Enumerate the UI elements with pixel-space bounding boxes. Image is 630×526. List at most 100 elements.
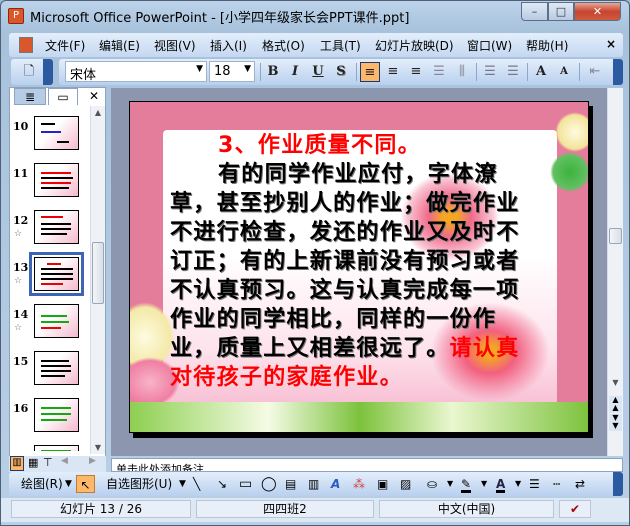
fill-color-icon[interactable]: ⛀ (427, 475, 437, 493)
next-slide-button[interactable]: ▼ ▼ (609, 414, 622, 431)
spelling-check-icon[interactable]: ✔ (559, 500, 591, 518)
standard-toolbar: 🗋 (11, 59, 53, 85)
slide-thumbnail[interactable]: 10 (10, 116, 90, 160)
slide-thumbnail[interactable]: 17 (10, 445, 90, 451)
menu-slideshow[interactable]: 幻灯片放映(D) (375, 37, 454, 54)
slide-thumbnail[interactable]: 11 (10, 163, 90, 207)
scroll-right-icon[interactable]: ▶ (89, 456, 96, 466)
thumbnail-image (34, 304, 79, 338)
close-document-button[interactable]: × (606, 37, 616, 51)
select-objects-button[interactable]: ↖ (76, 475, 95, 493)
slide-number: 17 (13, 449, 28, 451)
align-left-button[interactable]: ≡ (360, 62, 380, 82)
scroll-up-icon[interactable]: ▲ (91, 108, 105, 117)
scroll-down-icon[interactable]: ▼ (91, 443, 105, 452)
slide-scrollbar[interactable]: ▼ ▲ ▲ ▼ ▼ (607, 88, 623, 456)
align-center-button[interactable]: ≡ (383, 62, 403, 82)
vertical-textbox-icon[interactable]: ▥ (308, 475, 319, 493)
slide-thumbnail-selected[interactable]: 13 ☆ (10, 252, 90, 301)
wordart-icon[interactable]: A (331, 475, 340, 493)
menu-view[interactable]: 视图(V) (154, 37, 196, 54)
menu-window[interactable]: 窗口(W) (467, 37, 512, 54)
line-style-icon[interactable]: ☰ (529, 475, 540, 493)
document-icon[interactable] (19, 37, 33, 53)
menu-help[interactable]: 帮助(H) (526, 37, 568, 54)
menu-insert[interactable]: 插入(I) (210, 37, 247, 54)
italic-button[interactable]: I (285, 62, 305, 82)
slide-thumbnail[interactable]: 12 ☆ (10, 210, 90, 254)
scrollbar-thumb[interactable] (92, 242, 104, 304)
new-document-icon[interactable]: 🗋 (19, 62, 39, 82)
bold-button[interactable]: B (263, 62, 283, 82)
menu-tools[interactable]: 工具(T) (320, 37, 361, 54)
slide-text-box[interactable]: 3、作业质量不同。 有的同学作业应付，字体潦 草，甚至抄别人的作业；做完作业 不… (170, 131, 546, 392)
font-name-select[interactable]: 宋体 ▼ (65, 61, 207, 83)
panel-close-button[interactable]: ✕ (86, 88, 102, 105)
tab-outline[interactable]: ≣ (14, 88, 46, 105)
oval-tool-icon[interactable]: ◯ (261, 475, 277, 493)
align-right-button[interactable]: ≡ (406, 62, 426, 82)
font-name-value: 宋体 (70, 68, 97, 83)
toolbar-options-button[interactable] (613, 59, 623, 85)
language-indicator[interactable]: 中文(中国) (379, 500, 554, 518)
view-buttons: ▥ ▦ ⊤ ◀ ▶ (9, 456, 106, 472)
arrow-tool-icon[interactable]: ↘ (217, 475, 227, 493)
autoshapes-menu-button[interactable]: 自选图形(U) (106, 475, 172, 493)
decrease-indent-icon[interactable]: ⇤ (585, 62, 605, 82)
distribute-horizontal-icon[interactable]: ⫼ (452, 62, 472, 82)
distribute-vertical-icon[interactable]: ☰ (429, 62, 449, 82)
separator (476, 63, 477, 81)
font-color-icon[interactable]: A (496, 475, 506, 493)
powerpoint-app-icon[interactable]: P (8, 8, 24, 24)
body-line: 有的同学作业应付，字体潦 (218, 162, 498, 187)
previous-slide-button[interactable]: ▲ ▲ (609, 396, 622, 413)
chevron-down-icon: ▼ (481, 479, 488, 488)
menu-format[interactable]: 格式(O) (262, 37, 305, 54)
slide-sorter-view-button[interactable]: ▦ (28, 456, 38, 469)
chevron-down-icon: ▼ (447, 479, 454, 488)
scrollbar-thumb[interactable] (609, 228, 622, 244)
dash-style-icon[interactable]: ┅ (553, 475, 560, 493)
slide-number: 12 (13, 214, 29, 227)
normal-view-button[interactable]: ▥ (10, 456, 24, 471)
draw-menu-button[interactable]: 绘图(R) (21, 475, 63, 493)
bullets-button[interactable]: ☰ (503, 62, 523, 82)
toolbar-options-button[interactable] (613, 472, 623, 496)
slide-thumbnail[interactable]: 15 (10, 351, 90, 395)
separator (356, 63, 357, 81)
menu-file[interactable]: 文件(F) (45, 37, 85, 54)
slide-thumbnail[interactable]: 16 (10, 398, 90, 442)
drawing-toolbar: 绘图(R) ▼ ↖ 自选图形(U) ▼ ╲ ↘ ▭ ◯ ▤ ▥ A ⁂ ▣ ▨ … (9, 472, 623, 496)
font-size-select[interactable]: 18 ▼ (209, 61, 255, 82)
textbox-tool-icon[interactable]: ▤ (285, 475, 296, 493)
notes-pane[interactable]: 单击此处添加备注 (111, 458, 623, 472)
slideshow-view-button[interactable]: ⊤ (43, 456, 53, 469)
insert-picture-icon[interactable]: ▨ (400, 475, 411, 493)
menu-edit[interactable]: 编辑(E) (99, 37, 140, 54)
arrow-style-icon[interactable]: ⇄ (575, 475, 585, 493)
tab-slides[interactable]: ▭ (48, 88, 78, 105)
chevron-down-icon: ▼ (244, 64, 251, 74)
clipart-icon[interactable]: ▣ (377, 475, 388, 493)
slide-number: 10 (13, 120, 29, 133)
diagram-icon[interactable]: ⁂ (353, 475, 365, 493)
scroll-left-icon[interactable]: ◀ (61, 456, 68, 466)
rectangle-tool-icon[interactable]: ▭ (239, 475, 252, 493)
maximize-button[interactable]: □ (548, 2, 574, 21)
minimize-button[interactable]: – (521, 2, 548, 21)
shadow-button[interactable]: S (331, 62, 351, 82)
line-color-icon[interactable]: ✎ (461, 475, 472, 493)
toolbar-options-button[interactable] (43, 59, 53, 85)
numbering-button[interactable]: ☰ (480, 62, 500, 82)
decrease-font-button[interactable]: A (554, 62, 574, 82)
thumbnail-scrollbar[interactable]: ▲ ▼ (90, 106, 105, 454)
slide-thumbnail[interactable]: 14 ☆ (10, 304, 90, 348)
increase-font-button[interactable]: A (531, 62, 551, 82)
thumbnail-image (34, 445, 79, 451)
slide-canvas[interactable]: 3、作业质量不同。 有的同学作业应付，字体潦 草，甚至抄别人的作业；做完作业 不… (129, 101, 589, 433)
close-button[interactable]: ✕ (574, 2, 621, 21)
notes-placeholder: 单击此处添加备注 (116, 463, 204, 472)
line-tool-icon[interactable]: ╲ (193, 475, 200, 493)
underline-button[interactable]: U (308, 62, 328, 82)
scroll-down-icon[interactable]: ▼ (608, 378, 623, 387)
